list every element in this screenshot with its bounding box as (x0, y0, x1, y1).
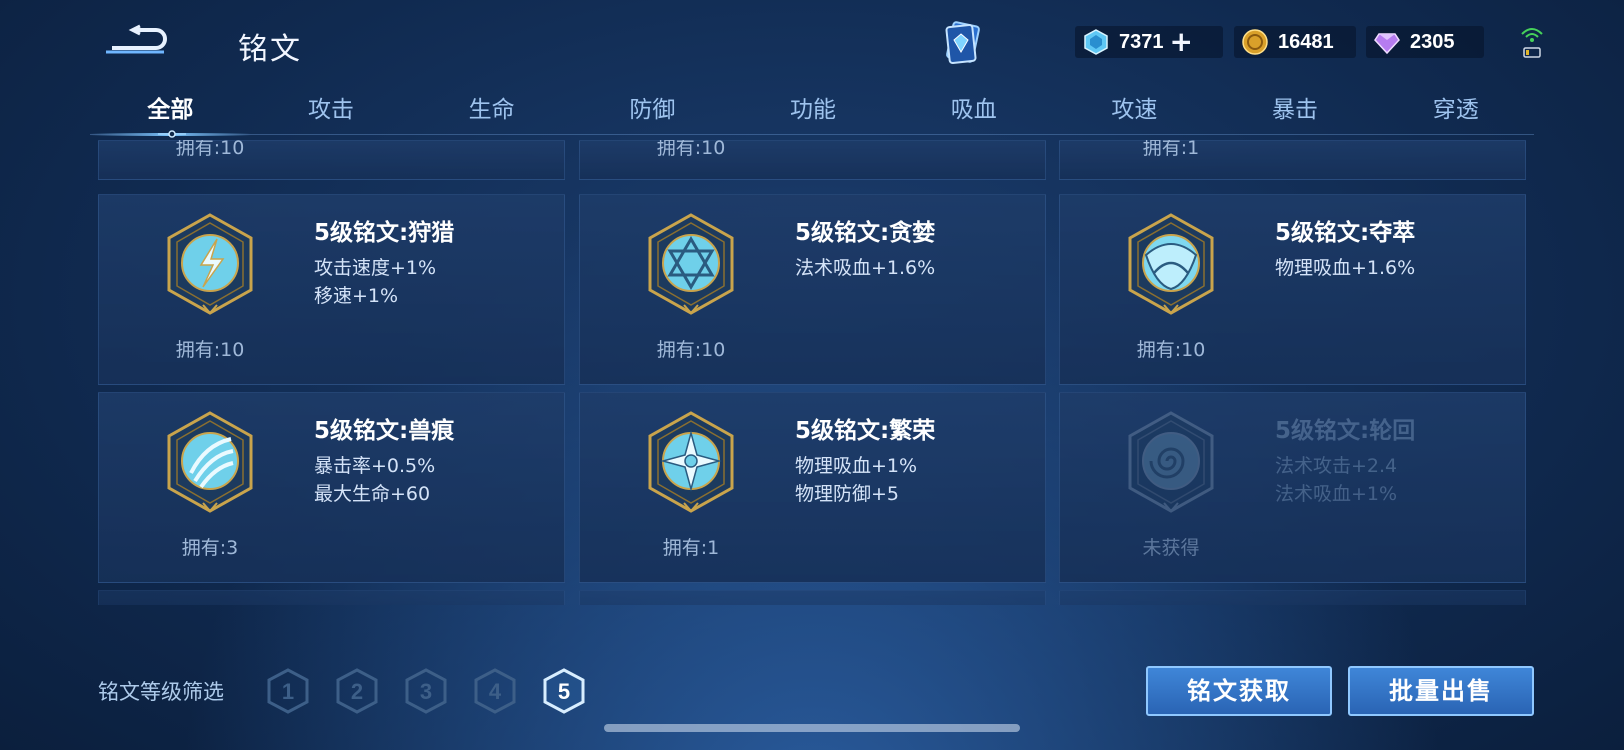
inscription-card-reincarnation[interactable]: 5级铭文:轮回 法术攻击+2.4 法术吸血+1% 未获得 (1059, 392, 1526, 583)
level-filter-label: 铭文等级筛选 (98, 680, 224, 704)
bulk-sell-button[interactable]: 批量出售 (1348, 666, 1534, 716)
owned-count: 拥有:1 (662, 537, 720, 559)
add-coupon-button[interactable]: + (1170, 28, 1193, 56)
inscription-name: 5级铭文:贪婪 (795, 220, 936, 246)
inscription-name: 5级铭文:夺萃 (1275, 220, 1416, 246)
inscription-name: 5级铭文:兽痕 (314, 418, 455, 444)
inscription-card-partial[interactable]: 拥有:1 (1059, 140, 1526, 180)
owned-count: 拥有:10 (656, 140, 726, 159)
claw-mark-emblem-icon (167, 411, 253, 513)
level-filter-3[interactable]: 3 (403, 668, 449, 714)
inscription-card-plunder[interactable]: 5级铭文:夺萃 物理吸血+1.6% 拥有:10 (1059, 194, 1526, 385)
owned-status: 未获得 (1142, 537, 1200, 559)
star-of-david-emblem-icon (648, 213, 734, 315)
owned-count: 拥有:1 (1142, 140, 1200, 159)
currency-coupon: 7371 + (1075, 26, 1223, 58)
currency-gold: 16481 (1234, 26, 1356, 58)
tab-attack-speed[interactable]: 攻速 (1054, 90, 1215, 136)
gem-value: 2305 (1410, 30, 1455, 53)
lightning-emblem-icon (167, 213, 253, 315)
inscription-attribute: 最大生命+60 (314, 483, 431, 505)
active-tab-indicator-icon (158, 130, 186, 138)
inscription-attribute: 暴击率+0.5% (314, 455, 436, 477)
level-filter-2[interactable]: 2 (334, 668, 380, 714)
inscription-attribute: 攻击速度+1% (314, 257, 437, 279)
inscription-attribute: 法术吸血+1.6% (795, 257, 936, 279)
gem-icon (1374, 33, 1400, 55)
inscription-attribute: 法术攻击+2.4 (1275, 455, 1398, 477)
inscription-name: 5级铭文:繁荣 (795, 418, 936, 444)
owned-count: 拥有:10 (656, 339, 726, 361)
level-number: 4 (489, 679, 502, 704)
inscription-attribute: 移速+1% (314, 285, 399, 307)
inscription-card-partial[interactable] (579, 590, 1046, 605)
acquire-inscription-button[interactable]: 铭文获取 (1146, 666, 1332, 716)
level-filter-5[interactable]: 5 (541, 668, 587, 714)
inscription-grid: 拥有:10 拥有:10 拥有:1 5级铭文:狩猎 攻击速度+1% 移速+1% 拥… (98, 140, 1526, 605)
tab-penetration[interactable]: 穿透 (1375, 90, 1536, 136)
level-number: 1 (282, 679, 294, 704)
tab-critical[interactable]: 暴击 (1215, 90, 1376, 136)
gold-value: 16481 (1278, 30, 1334, 53)
inscription-card-partial[interactable] (1059, 590, 1526, 605)
inscription-card-partial[interactable]: 拥有:10 (579, 140, 1046, 180)
snowflake-emblem-icon (648, 411, 734, 513)
coupon-value: 7371 (1119, 30, 1164, 53)
inscription-attribute: 法术吸血+1% (1275, 483, 1398, 505)
category-tabs: 全部 攻击 生命 防御 功能 吸血 攻速 暴击 穿透 (90, 90, 1536, 136)
spiral-emblem-icon (1128, 411, 1214, 513)
tab-lifesteal[interactable]: 吸血 (893, 90, 1054, 136)
inscription-card-prosperity[interactable]: 5级铭文:繁荣 物理吸血+1% 物理防御+5 拥有:1 (579, 392, 1046, 583)
inscription-book-icon[interactable] (940, 18, 988, 70)
tab-utility[interactable]: 功能 (733, 90, 894, 136)
inscription-card-partial[interactable] (98, 590, 565, 605)
inscription-card-partial[interactable]: 拥有:10 (98, 140, 565, 180)
home-indicator[interactable] (604, 724, 1020, 732)
tab-divider (90, 134, 1534, 135)
gold-coin-icon (1242, 29, 1268, 55)
level-filter-4[interactable]: 4 (472, 668, 518, 714)
inscription-card-beast-mark[interactable]: 5级铭文:兽痕 暴击率+0.5% 最大生命+60 拥有:3 (98, 392, 565, 583)
inscription-attribute: 物理防御+5 (795, 483, 900, 505)
diamond-coupon-icon (1084, 29, 1108, 55)
level-number: 5 (558, 679, 570, 704)
level-number: 2 (351, 679, 363, 704)
owned-count: 拥有:10 (1136, 339, 1206, 361)
inscription-card-hunting[interactable]: 5级铭文:狩猎 攻击速度+1% 移速+1% 拥有:10 (98, 194, 565, 385)
wifi-battery-icon (1521, 28, 1543, 58)
tab-attack[interactable]: 攻击 (251, 90, 412, 136)
page-title: 铭文 (238, 32, 302, 67)
owned-count: 拥有:10 (175, 339, 245, 361)
back-button[interactable] (104, 22, 174, 58)
inscription-attribute: 物理吸血+1.6% (1275, 257, 1416, 279)
inscription-card-greed[interactable]: 5级铭文:贪婪 法术吸血+1.6% 拥有:10 (579, 194, 1046, 385)
currency-gem: 2305 (1366, 26, 1484, 58)
tab-defense[interactable]: 防御 (572, 90, 733, 136)
inscription-name: 5级铭文:狩猎 (314, 220, 455, 246)
triquetra-emblem-icon (1128, 213, 1214, 315)
owned-count: 拥有:10 (175, 140, 245, 159)
tab-health[interactable]: 生命 (411, 90, 572, 136)
inscription-attribute: 物理吸血+1% (795, 455, 918, 477)
inscription-name: 5级铭文:轮回 (1275, 418, 1416, 444)
level-filter-1[interactable]: 1 (265, 668, 311, 714)
level-number: 3 (420, 679, 432, 704)
owned-count: 拥有:3 (181, 537, 239, 559)
